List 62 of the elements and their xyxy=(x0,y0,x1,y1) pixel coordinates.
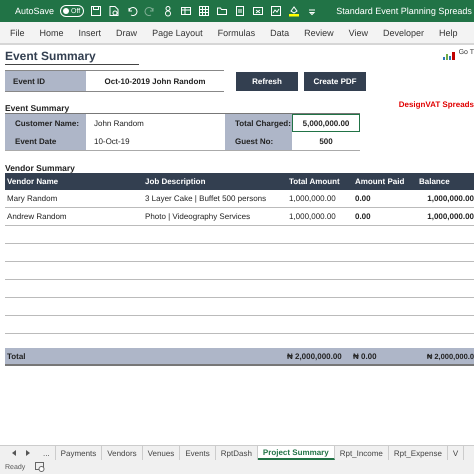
ribbon-tab[interactable]: Review xyxy=(304,28,334,38)
macro-icon[interactable] xyxy=(35,462,46,472)
field-value: 10-Oct-19 xyxy=(93,136,131,148)
list-icon[interactable] xyxy=(234,5,246,17)
field-value[interactable]: 500 xyxy=(292,132,360,150)
sheet-tab[interactable]: Project Summary xyxy=(258,446,335,460)
table-cell: 0.00 xyxy=(353,190,419,208)
table-cell: Photo | Videography Services xyxy=(143,208,287,226)
field-label: Event Date xyxy=(5,132,86,150)
sheet-title: Event Summary xyxy=(5,49,139,65)
ribbon-tab[interactable]: Developer xyxy=(383,28,424,38)
column-header: Amount Paid xyxy=(353,173,419,190)
ribbon-tab[interactable]: Home xyxy=(40,28,64,38)
total-label: Total xyxy=(5,348,287,366)
column-header: Vendor Name xyxy=(5,173,143,190)
document-icon[interactable] xyxy=(108,5,120,17)
column-header: Balance xyxy=(419,173,474,190)
table-icon[interactable] xyxy=(252,5,264,17)
field-label: Customer Name: xyxy=(5,114,86,132)
field-value[interactable]: 5,000,000.00 xyxy=(292,114,360,132)
table-cell: Mary Random xyxy=(5,190,143,208)
ribbon-tab[interactable]: File xyxy=(10,28,25,38)
action-button[interactable]: Refresh xyxy=(236,72,298,90)
table-cell: 0.00 xyxy=(353,208,419,226)
ribbon-tab[interactable]: Page Layout xyxy=(152,28,203,38)
table-cell: 1,000,000.00 xyxy=(287,190,353,208)
table-cell: 1,000,000.00 xyxy=(287,208,353,226)
section-heading: Vendor Summary xyxy=(5,163,76,173)
field-value: John Random xyxy=(93,118,145,130)
section-heading: Event Summary xyxy=(5,103,70,113)
table-cell: 3 Layer Cake | Buffet 500 persons xyxy=(143,190,287,208)
undo-icon[interactable] xyxy=(126,5,138,17)
ribbon-tab[interactable]: Help xyxy=(439,28,458,38)
field-label: Event ID xyxy=(5,70,86,92)
table-cell: 1,000,000.00 xyxy=(419,208,474,226)
chart-icon[interactable] xyxy=(270,5,282,17)
table-cell: 1,000,000.00 xyxy=(419,190,474,208)
fill-color-icon[interactable] xyxy=(288,5,300,17)
column-header: Job Description xyxy=(143,173,287,190)
action-button[interactable]: Create PDF xyxy=(304,72,366,90)
ribbon-tab[interactable]: Formulas xyxy=(218,28,256,38)
grid-icon[interactable] xyxy=(198,5,210,17)
scroll-right-icon[interactable] xyxy=(24,449,32,457)
ribbon-tab[interactable]: View xyxy=(348,28,368,38)
brand-text: DesignVAT Spreads xyxy=(398,100,474,111)
bar-chart-icon[interactable] xyxy=(442,52,455,60)
column-header: Total Amount xyxy=(287,173,353,190)
total-cell: ₦ 0.00 xyxy=(353,348,419,366)
table-cell: Andrew Random xyxy=(5,208,143,226)
scroll-left-icon[interactable] xyxy=(10,449,18,457)
folder-icon[interactable] xyxy=(216,5,228,17)
field-label: Guest No: xyxy=(225,132,292,150)
event-id-value: Oct-10-2019 John Random xyxy=(86,70,224,92)
ribbon-tab[interactable]: Data xyxy=(270,28,290,38)
window-title: Standard Event Planning Spreads xyxy=(336,6,472,16)
total-cell: ₦ 2,000,000.00 xyxy=(287,348,353,366)
field-label: Total Charged: xyxy=(225,114,292,132)
autosave-label: AutoSave xyxy=(15,6,54,16)
form-icon[interactable] xyxy=(180,5,192,17)
ribbon-tab[interactable]: Draw xyxy=(116,28,138,38)
ribbon-tab[interactable]: Insert xyxy=(78,28,102,38)
save-icon[interactable] xyxy=(90,5,102,17)
